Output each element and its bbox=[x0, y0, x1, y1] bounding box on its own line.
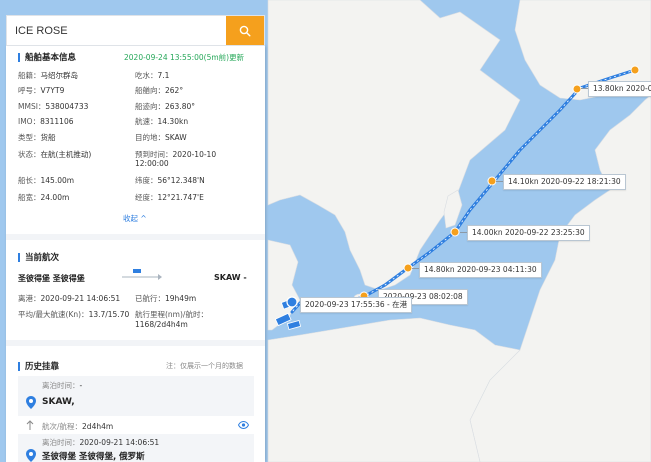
track-label: 14.10kn 2020-09-22 18:21:30 bbox=[503, 174, 626, 190]
info-latitude: 纬度：56°12.348'N bbox=[135, 176, 205, 185]
section-divider bbox=[6, 340, 265, 346]
info-flag: 船籍：马绍尔群岛 bbox=[18, 71, 78, 80]
track-label: 14.00kn 2020-09-22 23:25:30 bbox=[467, 225, 590, 241]
history-note: 注：仅展示一个月的数据 bbox=[166, 362, 243, 370]
voyage-title: 当前航次 bbox=[25, 253, 60, 263]
vessel-info-panel: 船舶基本信息 2020-09-24 13:55:00(5m前)更新 船籍：马绍尔… bbox=[6, 46, 265, 462]
track-point bbox=[630, 65, 640, 75]
history-header: 历史挂靠 bbox=[18, 360, 59, 372]
collapse-link[interactable]: 收起 ^ bbox=[123, 213, 147, 224]
voyage-header: 当前航次 bbox=[18, 251, 59, 263]
track-label: 14.80kn 2020-09-23 04:11:30 bbox=[419, 262, 542, 278]
history-depart: 离泊时间：2020-09-21 14:06:51 bbox=[42, 438, 160, 447]
info-draft: 吃水：7.1 bbox=[135, 71, 170, 80]
info-speed: 航速：14.30kn bbox=[135, 117, 189, 126]
location-pin-icon bbox=[26, 396, 36, 409]
history-arrive: 离泊时间：- bbox=[42, 381, 83, 390]
voyage-range-label: 航行里程(nm)/航时： bbox=[135, 310, 208, 319]
voyage-speed: 平均/最大航速(Kn)：13.7/15.70 bbox=[18, 310, 130, 319]
info-callsign: 呼号：V7YT9 bbox=[18, 86, 65, 95]
history-port-card[interactable]: 离泊时间：2020-09-21 14:06:51 圣彼得堡 圣彼得堡, 俄罗斯 bbox=[18, 434, 254, 462]
track-point bbox=[572, 84, 582, 94]
history-port: SKAW, bbox=[42, 397, 75, 407]
history-port-card[interactable]: 离泊时间：- SKAW, bbox=[18, 376, 254, 416]
search-bar bbox=[6, 15, 265, 46]
track-point bbox=[450, 227, 460, 237]
info-longitude: 经度：12°21.747'E bbox=[135, 193, 204, 202]
vessel-position-icon bbox=[286, 296, 298, 308]
search-icon bbox=[239, 25, 251, 37]
track-label: 2020-09-23 17:55:36 - 在港 bbox=[300, 297, 413, 313]
basic-info-title: 船舶基本信息 bbox=[25, 53, 77, 63]
info-mmsi: MMSI：538004733 bbox=[18, 102, 89, 111]
basic-info-header: 船舶基本信息 bbox=[18, 51, 76, 63]
arrow-up-icon bbox=[26, 420, 34, 430]
voyage-range: 1168/2d4h4m bbox=[135, 320, 188, 329]
info-imo: IMO：8311106 bbox=[18, 117, 74, 126]
search-input[interactable] bbox=[7, 16, 226, 45]
track-point bbox=[487, 176, 497, 186]
location-pin-icon bbox=[26, 449, 36, 462]
info-destination: 目的地：SKAW bbox=[135, 133, 187, 142]
track-point bbox=[403, 263, 413, 273]
info-course: 船迹向：263.80° bbox=[135, 102, 195, 111]
info-status: 状态：在航(主机推动) bbox=[18, 150, 92, 159]
update-time: 2020-09-24 13:55:00(5m前)更新 bbox=[124, 53, 245, 62]
ship-icon bbox=[122, 269, 162, 280]
voyage-from: 圣彼得堡 圣彼得堡 bbox=[18, 274, 85, 283]
info-heading: 船艏向：262° bbox=[135, 86, 184, 95]
eye-icon[interactable] bbox=[238, 421, 249, 429]
history-title: 历史挂靠 bbox=[25, 362, 60, 372]
section-divider bbox=[6, 234, 265, 240]
voyage-departed: 离港：2020-09-21 14:06:51 bbox=[18, 294, 121, 303]
info-eta-time: 12:00:00 bbox=[135, 159, 169, 168]
history-port-2: 圣彼得堡 圣彼得堡, 俄罗斯 bbox=[42, 452, 145, 462]
track-label: 13.80kn 2020-09 bbox=[588, 81, 651, 97]
history-leg: 航次/航程：2d4h4m bbox=[42, 422, 114, 431]
info-length: 船长：145.00m bbox=[18, 176, 75, 185]
info-beam: 船宽：24.00m bbox=[18, 193, 70, 202]
voyage-sailed: 已航行：19h49m bbox=[135, 294, 197, 303]
search-button[interactable] bbox=[226, 16, 264, 45]
info-type: 类型：货船 bbox=[18, 133, 56, 142]
voyage-to: SKAW - bbox=[214, 273, 247, 282]
